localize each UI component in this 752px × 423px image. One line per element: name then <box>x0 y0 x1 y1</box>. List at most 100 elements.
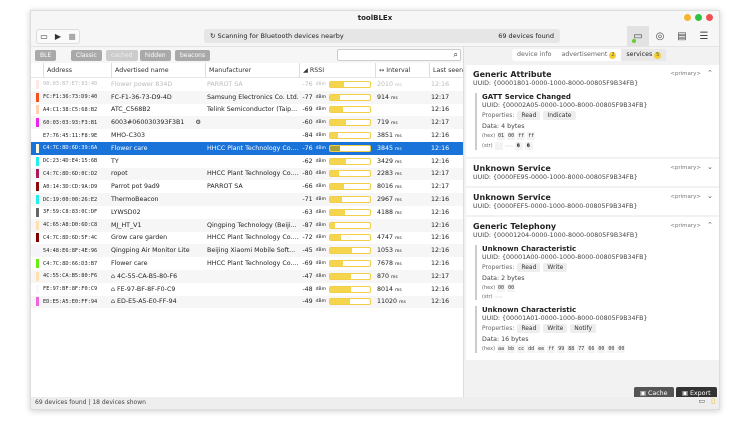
device-last-seen: 12:16 <box>429 158 463 165</box>
table-row[interactable]: C4:7C:8D:6D:39:6A Flower care HHCC Plant… <box>31 142 463 155</box>
device-interval: 719 <box>377 119 389 126</box>
hex-byte: 88 <box>567 345 575 353</box>
hex-byte: 00 <box>597 345 605 353</box>
interval-unit: ms <box>395 185 402 190</box>
details-panel: device info advertisement 2 services 5 G… <box>463 47 720 399</box>
device-last-seen: 12:16 <box>429 286 463 293</box>
device-rssi: -45 <box>302 247 312 254</box>
bottom-panel-icon[interactable]: ▭ <box>699 395 706 407</box>
hex-label: (hex) <box>482 346 495 352</box>
device-rssi: -87 <box>302 222 312 229</box>
adapter-icon[interactable]: ▭ <box>37 30 51 43</box>
property-button[interactable]: Notify <box>570 324 596 333</box>
table-row[interactable]: C4:7C:8D:6D:0C:D2 ropot HHCC Plant Techn… <box>31 168 463 181</box>
property-button[interactable]: Read <box>517 111 540 120</box>
device-interval: 2010 <box>377 81 393 88</box>
device-color-marker <box>36 221 39 230</box>
property-button[interactable]: Write <box>543 324 567 333</box>
device-interval: 11020 <box>377 298 397 305</box>
device-interval: 8016 <box>377 183 393 190</box>
play-button[interactable]: ▶ <box>51 30 65 43</box>
device-color-marker <box>36 131 39 140</box>
hex-byte: 01 <box>497 132 505 140</box>
device-interval: 8014 <box>377 286 393 293</box>
collapse-icon[interactable]: ⌃ <box>707 221 713 229</box>
rssi-unit: dBm <box>316 184 326 189</box>
device-rssi: -80 <box>302 170 312 177</box>
table-row[interactable]: DC:23:4D:E4:15:6B TY -62 dBm 3429 ms 12:1… <box>31 155 463 168</box>
device-manufacturer: HHCC Plant Technology Co.... <box>205 170 299 177</box>
table-row[interactable]: C4:7C:8D:6D:5F:4C Grow care garden HHCC … <box>31 232 463 245</box>
expand-icon[interactable]: ⌄ <box>707 192 713 200</box>
collapse-icon[interactable]: ⌃ <box>707 69 713 77</box>
expand-icon[interactable]: ⌄ <box>707 163 713 171</box>
interval-unit: ms <box>395 288 402 293</box>
devices-view-icon[interactable]: ▭ <box>627 26 649 46</box>
table-row[interactable]: 54:48:E6:8F:4E:96 Qingping Air Monitor L… <box>31 244 463 257</box>
device-last-seen: 12:17 <box>429 119 463 126</box>
property-button[interactable]: Write <box>543 263 567 272</box>
rssi-bar <box>329 196 371 203</box>
count-badge: 5 <box>654 52 661 59</box>
table-row[interactable]: 4C:55:CA:B5:80:F6 ⌂ 4C-55-CA-B5-80-F6 -4… <box>31 270 463 283</box>
table-row[interactable]: 4C:65:A8:D0:6D:C8 MJ_HT_V1 Qingping Tech… <box>31 219 463 232</box>
col-last-seen[interactable]: Last seen <box>429 63 463 77</box>
table-row[interactable]: 90:03:B7:E7:83:40 Flower power 834D PARR… <box>31 78 463 91</box>
details-panel-icon[interactable]: ▤ <box>671 26 693 46</box>
table-row[interactable]: DC:19:00:00:26:E2 ThermoBeacon -71 dBm 29… <box>31 193 463 206</box>
tab-services[interactable]: services 5 <box>621 49 666 61</box>
device-address: C4:7C:8D:6D:0C:D2 <box>43 171 111 177</box>
filter-cached[interactable]: cached <box>106 50 138 61</box>
device-address: FC:F1:36:73:D9:40 <box>43 94 111 100</box>
maximize-button[interactable] <box>695 14 702 21</box>
close-button[interactable] <box>706 14 713 21</box>
device-name: Grow care garden <box>111 234 167 241</box>
filter-classic[interactable]: Classic <box>71 50 102 61</box>
col-name[interactable]: Advertised name <box>111 63 205 77</box>
stop-button[interactable]: ■ <box>65 30 79 43</box>
minimize-button[interactable] <box>684 14 691 21</box>
device-rssi: -49 <box>302 298 312 305</box>
rssi-unit: dBm <box>316 223 326 228</box>
search-input[interactable]: ⌕ <box>337 49 461 61</box>
details-tabs: device info advertisement 2 services 5 <box>512 49 666 61</box>
device-interval: 7678 <box>377 260 393 267</box>
col-address[interactable]: Address <box>43 63 111 77</box>
device-manufacturer: PARROT SA <box>205 81 299 88</box>
service-card: Unknown Service UUID: {0000FEF5-0000-100… <box>466 188 720 215</box>
table-row[interactable]: A4:C1:38:C5:68:B2 ATC_C568B2 Telink Semi… <box>31 104 463 117</box>
table-row[interactable]: C4:7C:8D:66:D3:B7 Flower care HHCC Plant… <box>31 257 463 270</box>
interval-unit: ms <box>395 134 402 139</box>
device-last-seen: 12:16 <box>429 132 463 139</box>
table-row[interactable]: 3F:59:C8:83:0C:DF LYWSD02 -63 dBm 4188 ms… <box>31 206 463 219</box>
scanner-icon[interactable]: ◎ <box>649 26 671 46</box>
hex-byte: 00 <box>507 284 515 292</box>
device-name: 6003#060030393F3B1 <box>111 119 184 126</box>
table-row[interactable]: E7:76:45:11:F8:9E MHO-C303 -84 dBm 3851 m… <box>31 129 463 142</box>
side-panel-icon[interactable]: ▯ <box>711 395 715 407</box>
table-row[interactable]: ED:E5:A5:E0:FF:94 ⌂ ED-E5-A5-E0-FF-94 -4… <box>31 296 463 309</box>
property-button[interactable]: Read <box>517 263 540 272</box>
filter-beacons[interactable]: beacons <box>175 50 210 61</box>
device-color-marker <box>36 182 39 191</box>
device-color-marker <box>36 105 39 114</box>
settings-icon[interactable]: ☰ <box>693 26 715 46</box>
table-row[interactable]: FC:F1:36:73:D9:40 FC-F1-36-73-D9-4D Sams… <box>31 91 463 104</box>
tab-advertisement[interactable]: advertisement 2 <box>557 49 622 61</box>
rssi-bar <box>329 183 371 190</box>
col-manufacturer[interactable]: Manufacturer <box>205 63 299 77</box>
filter-hidden[interactable]: hidden <box>140 50 171 61</box>
table-row[interactable]: 60:03:03:93:F3:B1 6003#060030393F3B1 ⚙ -6… <box>31 116 463 129</box>
interval-unit: ms <box>395 249 402 254</box>
property-button[interactable]: Read <box>517 324 540 333</box>
window-title: toolBLEx <box>358 14 392 22</box>
table-row[interactable]: A0:14:3D:CD:9A:D9 Parrot pot 9ad9 PARROT… <box>31 180 463 193</box>
table-row[interactable]: FE:97:BF:8F:F0:C9 ⌂ FE-97-BF-8F-F0-C9 -4… <box>31 283 463 296</box>
col-rssi[interactable]: ◢ RSSI <box>299 63 375 77</box>
property-button[interactable]: Indicate <box>543 111 575 120</box>
col-interval[interactable]: ↔ Interval <box>375 63 429 77</box>
tab-device-info[interactable]: device info <box>512 49 557 61</box>
filter-ble[interactable]: BLE <box>35 50 56 61</box>
app-window: toolBLEx ▭ ▶ ■ ↻ Scanning for Bluetooth … <box>30 10 720 410</box>
hex-byte: 00 <box>607 345 615 353</box>
